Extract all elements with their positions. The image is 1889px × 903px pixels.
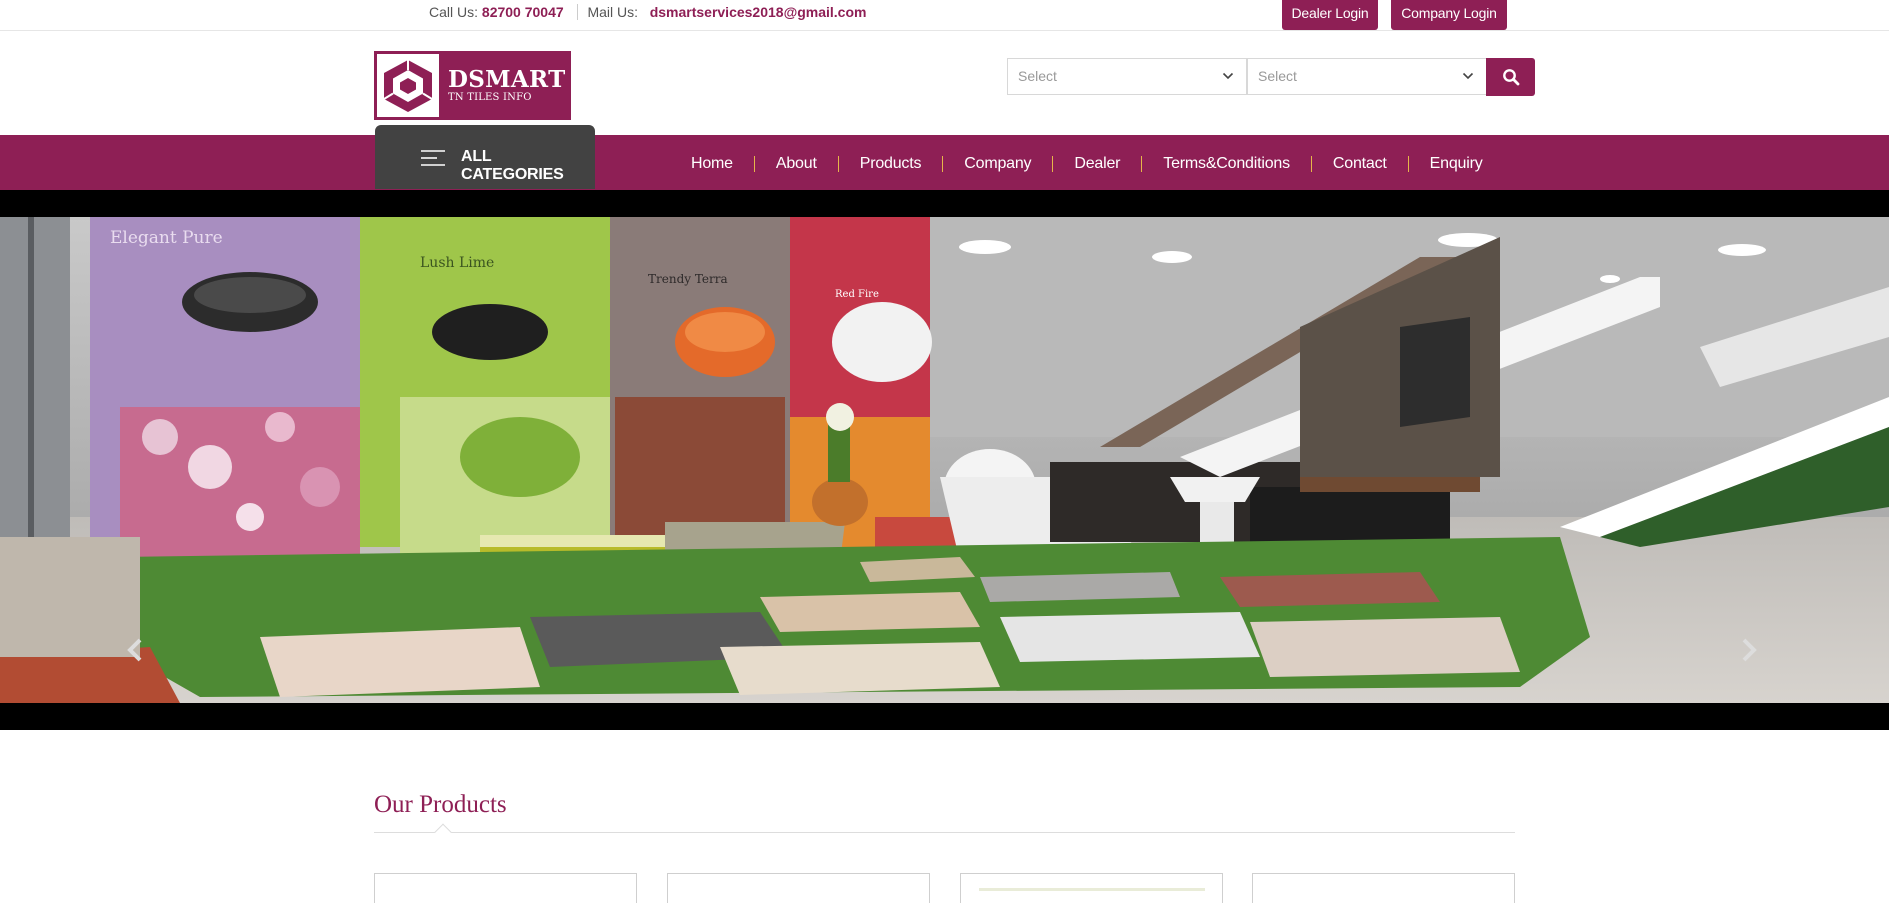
all-categories-button[interactable]: ALL CATEGORIES <box>375 125 595 189</box>
section-title: Our Products <box>374 791 507 818</box>
category-select[interactable]: Select <box>1007 58 1247 95</box>
logo-title: DSMART <box>448 66 566 93</box>
nav-item-dealer[interactable]: Dealer <box>1053 155 1141 173</box>
nav-item-terms[interactable]: Terms&Conditions <box>1142 155 1311 173</box>
company-login-button[interactable]: Company Login <box>1391 0 1507 30</box>
product-card[interactable] <box>374 873 637 903</box>
email-address[interactable]: dsmartservices2018@gmail.com <box>650 4 867 20</box>
nav-item-company[interactable]: Company <box>943 155 1052 173</box>
logo[interactable]: DSMART TN TILES INFO <box>374 51 571 120</box>
search-icon <box>1502 69 1519 86</box>
title-divider <box>374 832 1515 833</box>
logo-subtitle: TN TILES INFO <box>448 92 532 103</box>
hexagon-logo-icon <box>377 54 439 117</box>
top-bar: Call Us: 82700 70047 Mail Us: dsmartserv… <box>0 0 1889 31</box>
hero-carousel: Elegant Pure Lush Lime Trendy Terra Red … <box>0 190 1889 730</box>
dealer-login-button[interactable]: Dealer Login <box>1282 0 1378 30</box>
showroom-photo: Elegant Pure Lush Lime Trendy Terra Red … <box>0 217 1889 703</box>
divider <box>576 4 578 20</box>
nav-item-products[interactable]: Products <box>839 155 943 173</box>
chevron-right-icon[interactable] <box>1736 630 1762 670</box>
call-label: Call Us: <box>429 4 479 20</box>
header: DSMART TN TILES INFO Select Select <box>0 31 1889 135</box>
product-image-edge <box>979 888 1205 891</box>
chevron-down-icon <box>1462 72 1474 80</box>
phone-number[interactable]: 82700 70047 <box>482 4 564 20</box>
company-select[interactable]: Select <box>1247 58 1487 95</box>
chevron-left-icon[interactable] <box>122 630 148 670</box>
product-card[interactable] <box>1252 873 1515 903</box>
panel-label: Elegant Pure <box>110 228 223 248</box>
panel-label: Red Fire <box>835 289 879 300</box>
product-card[interactable] <box>667 873 930 903</box>
chevron-down-icon <box>1222 72 1234 80</box>
nav-menu: Home About Products Company Dealer Terms… <box>670 154 1504 174</box>
mail-label: Mail Us: <box>587 4 639 20</box>
nav-item-home[interactable]: Home <box>670 155 754 173</box>
select-value: Select <box>1018 68 1057 84</box>
product-card[interactable] <box>960 873 1223 903</box>
select-value: Select <box>1258 68 1297 84</box>
title-notch <box>434 823 452 841</box>
search-button[interactable] <box>1486 58 1535 96</box>
nav-item-about[interactable]: About <box>755 155 838 173</box>
all-categories-label: ALL CATEGORIES <box>461 148 564 183</box>
nav-item-contact[interactable]: Contact <box>1312 155 1408 173</box>
contact-info: Call Us: 82700 70047 Mail Us: dsmartserv… <box>429 4 866 20</box>
nav-item-enquiry[interactable]: Enquiry <box>1409 155 1504 173</box>
panel-label: Lush Lime <box>420 255 494 271</box>
hamburger-icon <box>421 150 445 166</box>
panel-label: Trendy Terra <box>648 272 728 286</box>
